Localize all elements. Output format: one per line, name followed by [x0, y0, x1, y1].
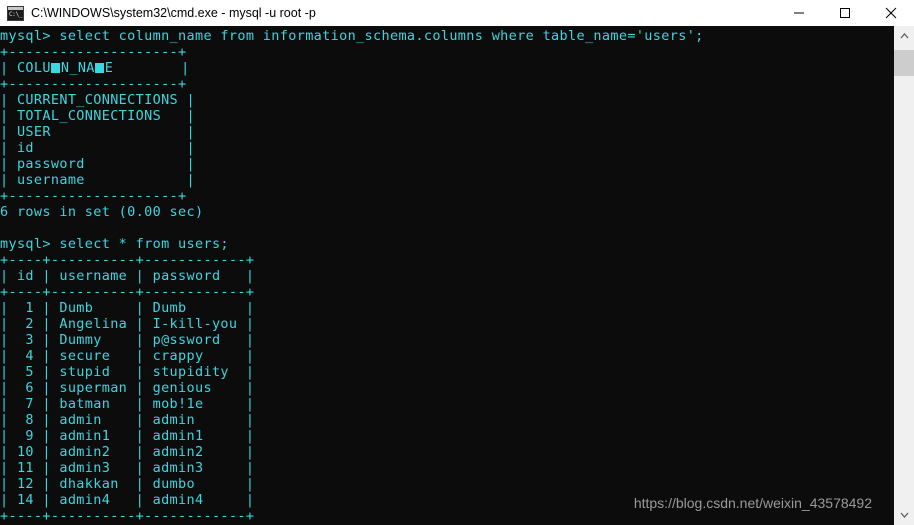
- result1-separator-top: +--------------------+: [0, 44, 187, 60]
- scroll-down-button[interactable]: [894, 505, 914, 525]
- result1-row: | CURRENT_CONNECTIONS |: [0, 92, 195, 108]
- result1-row: | username |: [0, 172, 195, 188]
- command-line-1: mysql> select column_name from informati…: [0, 28, 704, 44]
- scrollbar-track[interactable]: [894, 46, 914, 505]
- minimize-button[interactable]: [776, 0, 822, 26]
- result1-row: | password |: [0, 156, 195, 172]
- table-row-rendered: | 14 | admin4 | admin4 |: [0, 492, 255, 508]
- result2-separator-mid: +----+----------+------------+: [0, 284, 255, 300]
- table-row-rendered: | 11 | admin3 | admin3 |: [0, 460, 255, 476]
- scroll-up-button[interactable]: [894, 26, 914, 46]
- result1-separator-bottom: +--------------------+: [0, 188, 187, 204]
- cmd-window: C:\WINDOWS\system32\cmd.exe - mysql -u r…: [0, 0, 914, 525]
- chevron-down-icon: [900, 512, 908, 518]
- table-row-rendered: | 3 | Dummy | p@ssword |: [0, 332, 255, 348]
- window-controls: [776, 0, 914, 26]
- result1-separator-mid: +--------------------+: [0, 76, 187, 92]
- window-titlebar[interactable]: C:\WINDOWS\system32\cmd.exe - mysql -u r…: [0, 0, 914, 26]
- window-title: C:\WINDOWS\system32\cmd.exe - mysql -u r…: [31, 6, 316, 20]
- table-row-rendered: | 10 | admin2 | admin2 |: [0, 444, 255, 460]
- titlebar-left: C:\WINDOWS\system32\cmd.exe - mysql -u r…: [0, 0, 316, 26]
- table-row-rendered: | 4 | secure | crappy |: [0, 348, 255, 364]
- result2-separator-bottom: +----+----------+------------+: [0, 508, 255, 524]
- command-line-2: mysql> select * from users;: [0, 236, 229, 252]
- result1-header-row: | COLU N_NA E |: [0, 60, 190, 76]
- table-row-rendered: | 6 | superman | genious |: [0, 380, 255, 396]
- table-row-rendered: | 2 | Angelina | I-kill-you |: [0, 316, 255, 332]
- close-button[interactable]: [868, 0, 914, 26]
- table-row-rendered: | 7 | batman | mob!1e |: [0, 396, 255, 412]
- glyph-block-artifact: [95, 63, 105, 73]
- minimize-icon: [794, 12, 804, 14]
- table-row-rendered: | 12 | dhakkan | dumbo |: [0, 476, 255, 492]
- result1-status-line: 6 rows in set (0.00 sec): [0, 204, 204, 220]
- close-icon: [885, 7, 897, 19]
- chevron-up-icon: [900, 33, 908, 39]
- result1-row: | id |: [0, 140, 195, 156]
- cmd-console-icon: [7, 5, 24, 21]
- maximize-icon: [840, 8, 850, 18]
- table-row-rendered: | 1 | Dumb | Dumb |: [0, 300, 255, 316]
- scrollbar-thumb[interactable]: [894, 50, 914, 76]
- vertical-scrollbar[interactable]: [894, 26, 914, 525]
- console-output-area[interactable]: mysql> select column_name from informati…: [0, 26, 894, 525]
- maximize-button[interactable]: [822, 0, 868, 26]
- table-row-rendered: | 5 | stupid | stupidity |: [0, 364, 255, 380]
- result1-row: | USER |: [0, 124, 195, 140]
- table-row-rendered: | 9 | admin1 | admin1 |: [0, 428, 255, 444]
- result1-row: | TOTAL_CONNECTIONS |: [0, 108, 195, 124]
- result2-header-row: | id | username | password |: [0, 268, 255, 284]
- table-row-rendered: | 8 | admin | admin |: [0, 412, 255, 428]
- watermark-text: https://blog.csdn.net/weixin_43578492: [633, 495, 872, 511]
- glyph-block-artifact: [51, 63, 61, 73]
- result2-separator-top: +----+----------+------------+: [0, 252, 255, 268]
